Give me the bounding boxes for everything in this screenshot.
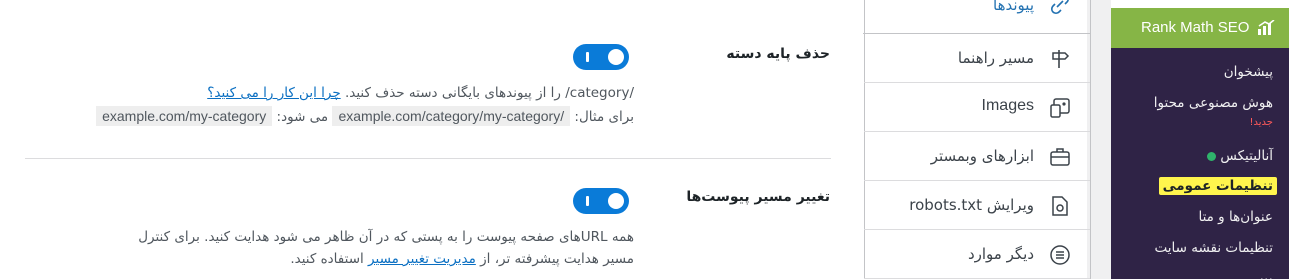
field-example: برای مثال: example.com/category/my-categ… <box>96 106 634 126</box>
field-description-line2: مسیر هدایت پیشرفته تر، از مدیریت تغییر م… <box>290 251 634 267</box>
description-text: /category/ را از پیوندهای بایگانی دسته ح… <box>344 85 634 101</box>
description-text: استفاده کنید. <box>290 251 364 267</box>
wp-admin-sidebar: Rank Math SEO پیشخوان هوش مصنوعی محتوا ج… <box>1111 0 1289 279</box>
nav-item-others[interactable]: دیگر موارد <box>864 230 1090 279</box>
nav-item-webmaster-tools[interactable]: ابزارهای وبمستر <box>864 132 1090 181</box>
submenu-general-settings[interactable]: تنظیمات عمومی <box>1158 177 1277 195</box>
toggle-knob <box>608 49 624 65</box>
submenu-content-ai[interactable]: هوش مصنوعی محتوا <box>1154 95 1273 111</box>
example-mid: می شود: <box>276 109 329 125</box>
example-after-code: example.com/my-category <box>96 106 273 126</box>
new-badge: جدید! <box>1249 117 1273 128</box>
nav-item-label: دیگر موارد <box>967 245 1034 263</box>
toggle-redirect-attachments[interactable] <box>573 188 629 214</box>
submenu-sitemap-settings[interactable]: تنظیمات نقشه سایت <box>1155 240 1274 256</box>
rank-math-logo-icon <box>1258 20 1275 35</box>
nav-item-label: ویرایش robots.txt <box>909 196 1034 214</box>
toggle-knob <box>608 193 624 209</box>
toggle-on-mark <box>586 52 589 62</box>
description-text: مسیر هدایت پیشرفته تر، از <box>480 251 634 267</box>
redirection-manager-link[interactable]: مدیریت تغییر مسیر <box>368 251 476 267</box>
nav-item-breadcrumbs[interactable]: مسیر راهنما <box>864 34 1090 83</box>
signpost-icon <box>1052 50 1070 68</box>
nav-item-label: Images <box>981 97 1034 114</box>
why-do-this-link[interactable]: چرا این کار را می کنید؟ <box>207 85 340 101</box>
submenu-dashboard[interactable]: پیشخوان <box>1224 64 1273 80</box>
robots-file-icon <box>1052 196 1068 216</box>
status-dot-icon <box>1207 151 1217 161</box>
nav-item-label: مسیر راهنما <box>957 49 1034 67</box>
link-icon <box>1050 0 1069 15</box>
field-title-strip-category-base: حذف پایه دسته <box>726 46 830 62</box>
rank-math-menu-label: Rank Math SEO <box>1141 19 1250 36</box>
submenu-analytics-label: آنالیتیکس <box>1220 148 1273 164</box>
settings-nav: پیوندها مسیر راهنما Images ابزارهای وبمس… <box>863 0 1091 279</box>
nav-item-links[interactable]: پیوندها <box>863 0 1090 34</box>
nav-item-images[interactable]: Images <box>864 83 1090 132</box>
field-description: /category/ را از پیوندهای بایگانی دسته ح… <box>207 85 634 101</box>
submenu-titles-meta[interactable]: عنوان‌ها و متا <box>1198 209 1273 225</box>
field-title-redirect-attachments: تغییر مسیر پیوست‌ها <box>686 189 830 205</box>
toggle-strip-category-base[interactable] <box>573 44 629 70</box>
divider <box>25 158 831 159</box>
field-description: همه URLهای صفحه پیوست را به پستی که در آ… <box>138 229 634 245</box>
rank-math-menu-header[interactable]: Rank Math SEO <box>1111 8 1289 48</box>
toggle-on-mark <box>586 196 589 206</box>
description-text: همه URLهای صفحه پیوست را به پستی که در آ… <box>138 229 634 245</box>
list-circle-icon <box>1050 245 1070 265</box>
settings-content: حذف پایه دسته /category/ را از پیوندهای … <box>0 0 864 279</box>
nav-item-label: ابزارهای وبمستر <box>930 147 1034 165</box>
nav-item-label: پیوندها <box>993 0 1034 14</box>
example-before-code: example.com/category/my-category/ <box>332 106 571 126</box>
submenu-partial-item[interactable]: … <box>1260 268 1274 279</box>
example-prefix: برای مثال: <box>574 109 634 125</box>
image-icon <box>1050 98 1070 118</box>
nav-item-robots-txt[interactable]: ویرایش robots.txt <box>864 181 1090 230</box>
submenu-analytics[interactable]: آنالیتیکس <box>1207 148 1273 164</box>
toolbox-icon <box>1050 148 1070 166</box>
